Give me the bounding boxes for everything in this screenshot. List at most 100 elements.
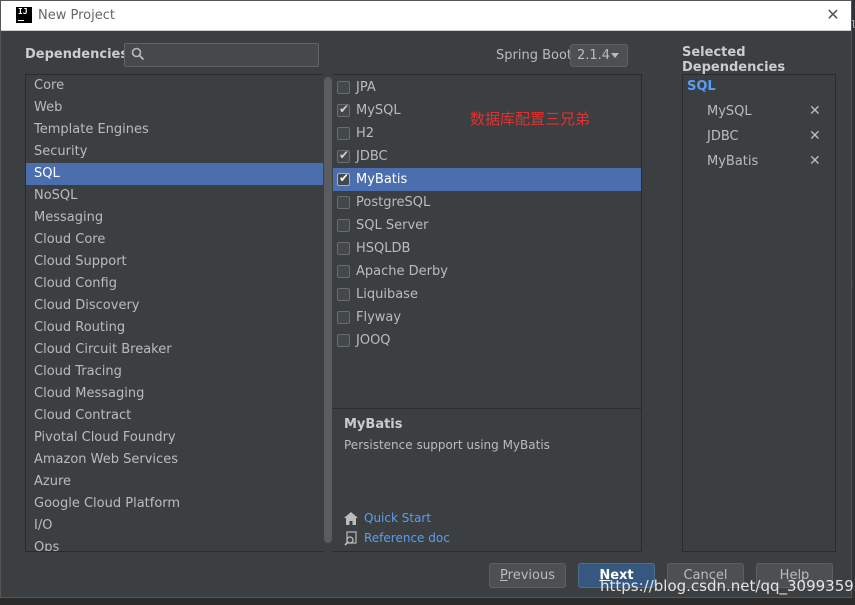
reference-doc-icon [344,531,357,546]
description-title: MyBatis [344,417,403,432]
watermark-text: https://blog.csdn.net/qq_30993595 [600,577,855,595]
editor-bottom-strip [0,598,855,605]
category-label: Cloud Support [34,254,127,269]
checkmark-icon: ✔ [339,148,350,162]
dependency-checkbox[interactable] [337,219,350,232]
previous-button[interactable]: Previous [489,563,566,588]
dependency-checkbox-checked[interactable]: ✔ [337,148,350,163]
dependency-label: HSQLDB [356,241,411,256]
previous-label: revious [507,568,555,583]
category-label: Cloud Discovery [34,298,140,313]
dependency-label: Apache Derby [356,264,448,279]
category-item[interactable]: Cloud Routing [26,317,332,339]
description-text: Persistence support using MyBatis [344,438,550,452]
selected-item: MyBatis [707,154,759,169]
dependency-checkbox[interactable] [337,288,350,301]
category-item[interactable]: Template Engines [26,119,332,141]
category-item[interactable]: Cloud Discovery [26,295,332,317]
dependency-checkbox[interactable] [337,334,350,347]
new-project-dialog: IJ New Project ✕ Dependencies Spring Boo… [0,0,852,598]
category-item[interactable]: Core [26,75,332,97]
dependency-checkbox-checked[interactable]: ✔ [337,171,350,186]
category-item[interactable]: Web [26,97,332,119]
dependency-row[interactable]: JPA [333,76,641,99]
selected-group-sql: SQL [687,79,716,94]
dependency-label: JDBC [356,149,388,164]
category-label: I/O [34,518,53,533]
category-label: Cloud Routing [34,320,126,335]
dependency-row[interactable]: SQL Server [333,214,641,237]
category-label: Cloud Core [34,232,106,247]
category-item[interactable]: Amazon Web Services [26,449,332,471]
category-label: Pivotal Cloud Foundry [34,430,176,445]
dependency-row[interactable]: JOOQ [333,329,641,352]
dependency-label: Liquibase [356,287,418,302]
category-label: Security [34,144,88,159]
category-item[interactable]: Cloud Contract [26,405,332,427]
dependency-row[interactable]: Liquibase [333,283,641,306]
remove-icon[interactable]: ✕ [809,128,821,144]
category-item[interactable]: NoSQL [26,185,332,207]
intellij-app-icon: IJ [16,7,32,23]
category-item[interactable]: I/O [26,515,332,537]
category-label: Cloud Tracing [34,364,122,379]
home-icon [344,512,358,525]
category-item[interactable]: Cloud Config [26,273,332,295]
dependency-row[interactable]: PostgreSQL [333,191,641,214]
category-item[interactable]: Cloud Circuit Breaker [26,339,332,361]
category-label: Messaging [34,210,104,225]
category-scrollbar-thumb[interactable] [324,77,332,543]
quick-start-link[interactable]: Quick Start [364,511,431,525]
dependency-row[interactable]: HSQLDB [333,237,641,260]
dependency-label: MySQL [356,103,401,118]
category-item[interactable]: Ops [26,537,332,551]
category-label: Cloud Messaging [34,386,145,401]
dependency-checkbox[interactable] [337,265,350,278]
category-item[interactable]: Pivotal Cloud Foundry [26,427,332,449]
dependency-checkbox[interactable] [337,127,350,140]
dependencies-label: Dependencies [25,47,129,62]
remove-icon[interactable]: ✕ [809,103,821,119]
category-item[interactable]: Cloud Support [26,251,332,273]
category-label: Template Engines [34,122,149,137]
category-item-selected[interactable]: SQL [26,163,332,185]
spring-boot-label: Spring Boot [496,48,573,63]
selected-dependencies-panel [682,74,836,552]
category-label: SQL [34,166,60,181]
dependency-row[interactable]: Apache Derby [333,260,641,283]
dependency-row-selected[interactable]: ✔ MyBatis [333,168,641,191]
dependency-checkbox[interactable] [337,311,350,324]
dependency-checkbox-checked[interactable]: ✔ [337,102,350,117]
category-label: Web [34,100,63,115]
dependency-checkbox[interactable] [337,196,350,209]
dependency-row[interactable]: ✔ JDBC [333,145,641,168]
category-item[interactable]: Cloud Core [26,229,332,251]
dependency-label: Flyway [356,310,402,325]
category-item[interactable]: Azure [26,471,332,493]
dependency-checkbox[interactable] [337,81,350,94]
category-label: Cloud Circuit Breaker [34,342,172,357]
close-icon[interactable]: ✕ [824,6,842,24]
reference-doc-link[interactable]: Reference doc [364,531,450,545]
checkmark-icon: ✔ [339,171,350,185]
dependency-row[interactable]: Flyway [333,306,641,329]
title-bar[interactable]: IJ New Project ✕ [1,1,851,31]
chevron-down-icon [611,53,619,58]
category-label: Azure [34,474,72,489]
app-icon-text: IJ [18,7,28,16]
spring-boot-version-value: 2.1.4 [577,48,611,63]
selected-item: JDBC [707,129,739,144]
category-label: Amazon Web Services [34,452,178,467]
category-item[interactable]: Messaging [26,207,332,229]
category-label: Google Cloud Platform [34,496,181,511]
remove-icon[interactable]: ✕ [809,153,821,169]
dependency-search-input[interactable] [124,43,319,67]
category-label: Cloud Config [34,276,117,291]
dependency-label: SQL Server [356,218,429,233]
window-title: New Project [38,8,115,23]
category-item[interactable]: Cloud Messaging [26,383,332,405]
category-item[interactable]: Google Cloud Platform [26,493,332,515]
category-item[interactable]: Cloud Tracing [26,361,332,383]
dependency-checkbox[interactable] [337,242,350,255]
category-item[interactable]: Security [26,141,332,163]
